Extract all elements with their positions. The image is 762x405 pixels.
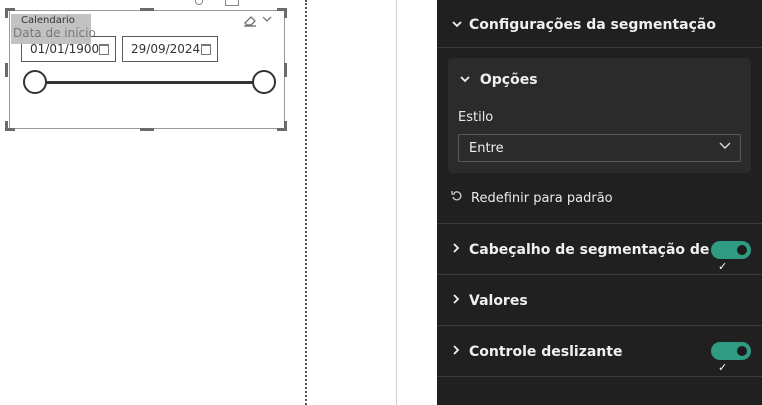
resize-handle-top-right-v[interactable] — [284, 8, 287, 18]
reset-label: Redefinir para padrão — [471, 191, 613, 206]
chevron-down-icon — [451, 0, 463, 50]
date-range-slider-track[interactable] — [40, 81, 258, 84]
style-dropdown-value: Entre — [469, 141, 504, 156]
slider-start-handle[interactable] — [23, 70, 47, 94]
style-dropdown[interactable]: Entre — [458, 134, 741, 162]
resize-handle-top[interactable] — [140, 8, 154, 11]
divider — [437, 274, 762, 275]
chevron-right-icon — [451, 327, 461, 377]
divider — [437, 47, 762, 48]
resize-handle-bottom-right-v[interactable] — [284, 121, 287, 131]
divider — [437, 223, 762, 224]
slicer-title: Calendario — [21, 15, 75, 26]
end-date-value: 29/09/2024 — [131, 42, 201, 56]
visual-header-icons — [195, 0, 245, 6]
page-boundary-line — [305, 0, 307, 405]
header-toggle[interactable]: ✓ — [711, 241, 751, 273]
resize-handle-bottom-left-v[interactable] — [5, 121, 8, 131]
eraser-icon[interactable] — [243, 15, 257, 30]
resize-handle-top-left-v[interactable] — [5, 8, 8, 18]
filter-icon[interactable] — [195, 0, 203, 5]
chevron-right-icon — [451, 225, 461, 275]
chevron-right-icon — [451, 276, 461, 326]
chevron-down-icon — [459, 72, 476, 88]
format-pane: Configurações da segmentação Opções Esti… — [437, 0, 762, 405]
style-label: Estilo — [458, 110, 494, 125]
section-title: Configurações da segmentação — [469, 17, 716, 33]
toggle-knob — [737, 346, 747, 356]
start-date-value: 01/01/1900 — [30, 42, 100, 56]
section-title: Controle deslizante — [469, 344, 623, 360]
section-values[interactable]: Valores — [437, 276, 762, 326]
focus-mode-icon[interactable] — [225, 0, 239, 6]
divider — [437, 325, 762, 326]
chevron-down-icon — [719, 139, 731, 153]
options-header[interactable]: Opções — [459, 72, 538, 88]
section-slicer-settings[interactable]: Configurações da segmentação — [437, 0, 762, 50]
resize-handle-bottom[interactable] — [140, 128, 154, 131]
slider-toggle[interactable]: ✓ — [711, 342, 751, 374]
section-slider[interactable]: Controle deslizante ✓ — [437, 327, 762, 377]
toggle-knob — [737, 245, 747, 255]
resize-handle-right[interactable] — [284, 63, 287, 77]
calendar-icon[interactable] — [201, 44, 211, 55]
calendar-icon[interactable] — [99, 44, 109, 55]
slider-end-handle[interactable] — [252, 70, 276, 94]
report-canvas: 01/01/1900 29/09/2024 Data de início Cal… — [0, 0, 397, 405]
section-slicer-header[interactable]: Cabeçalho de segmentação de ... ✓ — [437, 225, 762, 275]
chevron-down-icon[interactable] — [262, 12, 272, 26]
canvas-edge-line — [396, 0, 397, 405]
resize-handle-left[interactable] — [5, 63, 8, 77]
section-title: Cabeçalho de segmentação de ... — [469, 242, 731, 258]
end-date-field[interactable]: 29/09/2024 — [122, 36, 218, 62]
divider — [437, 376, 762, 377]
options-title: Opções — [479, 72, 538, 88]
tooltip-text: Data de início — [13, 26, 96, 40]
reset-icon — [451, 190, 463, 206]
reset-to-default-link[interactable]: Redefinir para padrão — [451, 190, 613, 206]
section-title: Valores — [469, 293, 528, 309]
check-icon: ✓ — [718, 361, 728, 374]
